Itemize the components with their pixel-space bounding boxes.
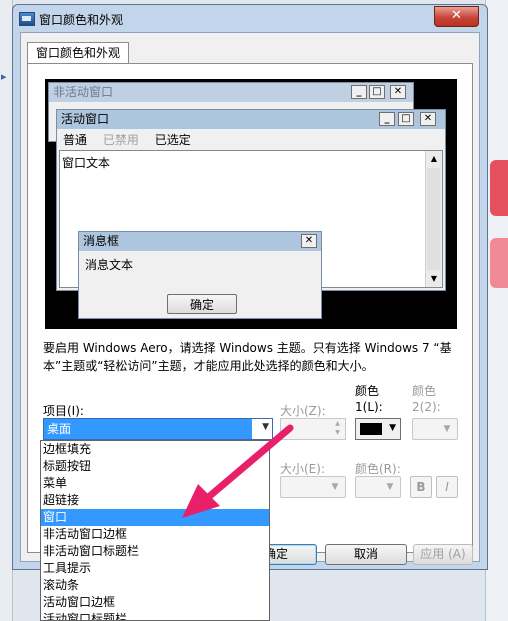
- preview-window-text: 窗口文本: [62, 156, 111, 170]
- size-z-label: 大小(Z):: [280, 404, 326, 418]
- spin-up-icon: ▲: [335, 420, 340, 427]
- color1-picker[interactable]: ▼: [355, 418, 401, 440]
- dropdown-option[interactable]: 活动窗口边框: [41, 594, 269, 611]
- color1-label: 1(L):: [355, 400, 383, 414]
- item-select[interactable]: 桌面 ▼: [43, 418, 273, 440]
- cancel-button[interactable]: 取消: [325, 544, 407, 565]
- menu-selected: 已选定: [154, 133, 191, 147]
- size-e-label: 大小(E):: [280, 462, 325, 476]
- scroll-down-icon: ▼: [430, 274, 438, 283]
- scroll-thumb: [427, 168, 440, 270]
- dropdown-option[interactable]: 滚动条: [41, 577, 269, 594]
- dropdown-option[interactable]: 非活动窗口标题栏: [41, 543, 269, 560]
- preview-area[interactable]: 非活动窗口 _ □ ✕ 活动窗口 _ □ ✕ 普通 已禁用 已选定 窗口文本 ▲…: [45, 79, 457, 329]
- font-color-picker[interactable]: ▼: [355, 476, 401, 498]
- color1-label-top: 颜色: [355, 384, 380, 398]
- chevron-down-icon: ▼: [389, 423, 396, 433]
- dropdown-option[interactable]: 菜单: [41, 475, 269, 492]
- close-icon: ✕: [420, 112, 436, 126]
- apply-button[interactable]: 应用 (A): [413, 544, 473, 565]
- dropdown-option[interactable]: 超链接: [41, 492, 269, 509]
- spin-down-icon: ▼: [335, 429, 340, 436]
- close-icon: ✕: [451, 8, 462, 23]
- item-dropdown-list[interactable]: 边框填充 标题按钮 菜单 超链接 窗口 非活动窗口边框 非活动窗口标题栏 工具提示 滚动条 活动窗…: [40, 440, 270, 621]
- menu-disabled: 已禁用: [102, 133, 139, 147]
- color-swatch: [360, 423, 382, 435]
- color2-picker[interactable]: ▼: [412, 418, 458, 440]
- dropdown-option[interactable]: 标题按钮: [41, 458, 269, 475]
- preview-menu-bar: 普通 已禁用 已选定: [59, 131, 203, 148]
- window-title: 窗口颜色和外观: [39, 13, 124, 27]
- title-bar[interactable]: 窗口颜色和外观 ✕: [13, 5, 487, 31]
- scroll-up-icon: ▲: [430, 154, 438, 163]
- bold-button[interactable]: B: [410, 476, 432, 498]
- color2-label: 2(2):: [412, 400, 441, 414]
- maximize-icon: □: [398, 112, 414, 126]
- menu-normal: 普通: [63, 133, 88, 147]
- preview-message-box: 消息框 ✕ 消息文本 确定: [78, 231, 322, 319]
- close-button[interactable]: ✕: [434, 6, 479, 27]
- chevron-down-icon: ▼: [331, 482, 339, 492]
- item-label: 项目(I):: [43, 404, 84, 418]
- minimize-icon: _: [379, 112, 395, 126]
- tab-appearance[interactable]: 窗口颜色和外观: [27, 42, 130, 63]
- color2-label-top: 颜色: [412, 384, 437, 398]
- dropdown-option[interactable]: 工具提示: [41, 560, 269, 577]
- minimize-icon: _: [351, 85, 367, 99]
- font-color-label: 颜色(R):: [355, 462, 401, 476]
- close-icon: ✕: [390, 85, 406, 99]
- size-z-spinner[interactable]: ▲ ▼: [280, 418, 346, 440]
- item-select-value: 桌面: [44, 419, 252, 439]
- font-size-select[interactable]: ▼: [280, 476, 346, 498]
- dropdown-option[interactable]: 边框填充: [41, 441, 269, 458]
- chevron-down-icon: ▼: [262, 422, 269, 432]
- dropdown-option[interactable]: 窗口: [41, 509, 269, 526]
- background-app-right: [485, 0, 508, 621]
- close-icon: ✕: [301, 234, 317, 248]
- window-icon: [19, 12, 35, 26]
- preview-ok-button: 确定: [167, 294, 237, 314]
- italic-button[interactable]: I: [436, 476, 458, 498]
- chevron-down-icon: ▼: [386, 482, 394, 492]
- aero-notice: 要启用 Windows Aero，请选择 Windows 主题。只有选择 Win…: [43, 341, 452, 373]
- preview-msgbox-title: 消息框: [79, 232, 321, 251]
- preview-scrollbar: ▲ ▼: [425, 151, 442, 287]
- bg-decoration: [490, 238, 508, 288]
- chevron-down-icon: ▼: [443, 424, 451, 434]
- dropdown-option[interactable]: 活动窗口标题栏: [41, 611, 269, 620]
- bg-glyph: ▸: [1, 70, 7, 83]
- bg-decoration: [490, 160, 508, 216]
- maximize-icon: □: [369, 85, 385, 99]
- dropdown-option[interactable]: 非活动窗口边框: [41, 526, 269, 543]
- preview-msgbox-text: 消息文本: [85, 258, 134, 272]
